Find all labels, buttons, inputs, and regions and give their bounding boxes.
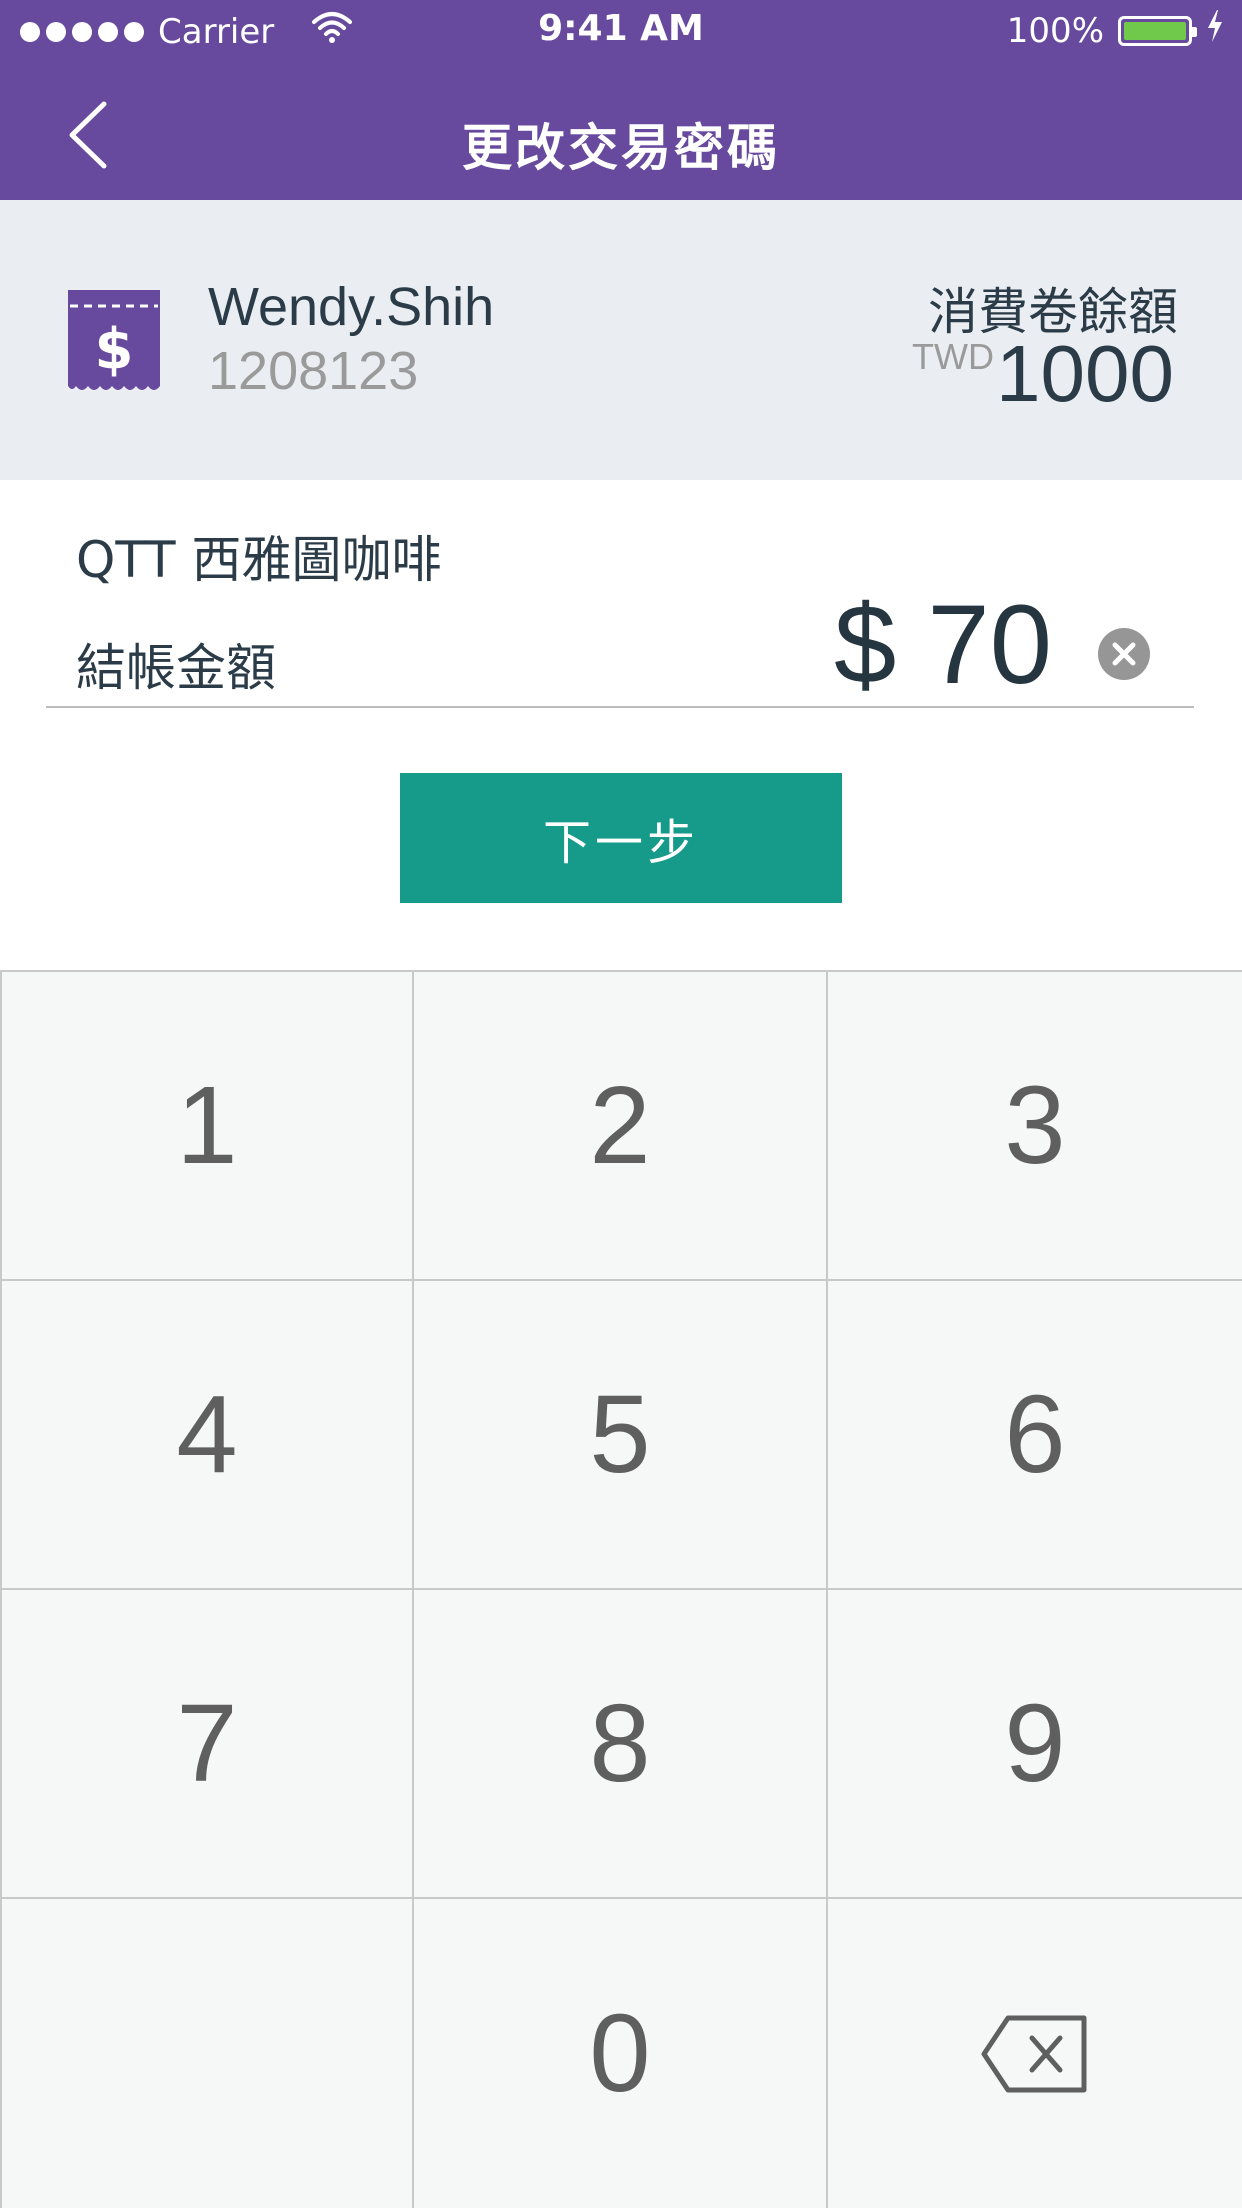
key-8[interactable]: 8: [414, 1590, 828, 1899]
battery-icon: [1118, 15, 1197, 46]
key-2[interactable]: 2: [414, 972, 828, 1281]
balance-currency: TWD: [912, 336, 994, 377]
key-0[interactable]: 0: [414, 1899, 828, 2208]
status-bar: Carrier 9:41 AM 100%: [0, 0, 1242, 64]
account-id: 1208123: [208, 341, 419, 401]
checkout-amount-label: 結帳金額: [76, 639, 276, 697]
battery-percent: 100%: [1006, 10, 1104, 51]
account-name: Wendy.Shih: [208, 277, 495, 337]
numeric-keypad: 1 2 3 4 5 6 7 8 9 0: [0, 970, 1242, 2208]
key-5[interactable]: 5: [414, 1281, 828, 1590]
key-3[interactable]: 3: [828, 972, 1242, 1281]
navigation-bar: 更改交易密碼: [0, 64, 1242, 200]
amount-input[interactable]: $ 70: [834, 580, 1052, 709]
key-9[interactable]: 9: [828, 1590, 1242, 1899]
status-right: 100%: [1007, 10, 1224, 51]
dollar-voucher-icon: $: [68, 290, 160, 394]
clear-button[interactable]: [1098, 628, 1150, 680]
balance-amount: 1000: [996, 329, 1174, 418]
key-6[interactable]: 6: [828, 1281, 1242, 1590]
next-step-button[interactable]: 下一步: [400, 773, 842, 903]
backspace-key[interactable]: [828, 1899, 1242, 2208]
amount-field-underline: [46, 706, 1194, 708]
key-7[interactable]: 7: [0, 1590, 414, 1899]
svg-text:$: $: [95, 317, 134, 382]
clear-circle-icon: [1112, 642, 1136, 666]
battery-fill: [1124, 21, 1186, 40]
page-title: 更改交易密碼: [462, 119, 780, 177]
key-1[interactable]: 1: [0, 972, 414, 1281]
key-4[interactable]: 4: [0, 1281, 414, 1590]
lightning-bolt-icon: [1206, 10, 1224, 51]
account-summary: $ Wendy.Shih 1208123 消費卷餘額 TWD 1000: [0, 200, 1242, 480]
merchant-name: QTT 西雅圖咖啡: [76, 531, 442, 589]
key-empty: [0, 1899, 414, 2208]
backspace-icon: [981, 2015, 1087, 2092]
